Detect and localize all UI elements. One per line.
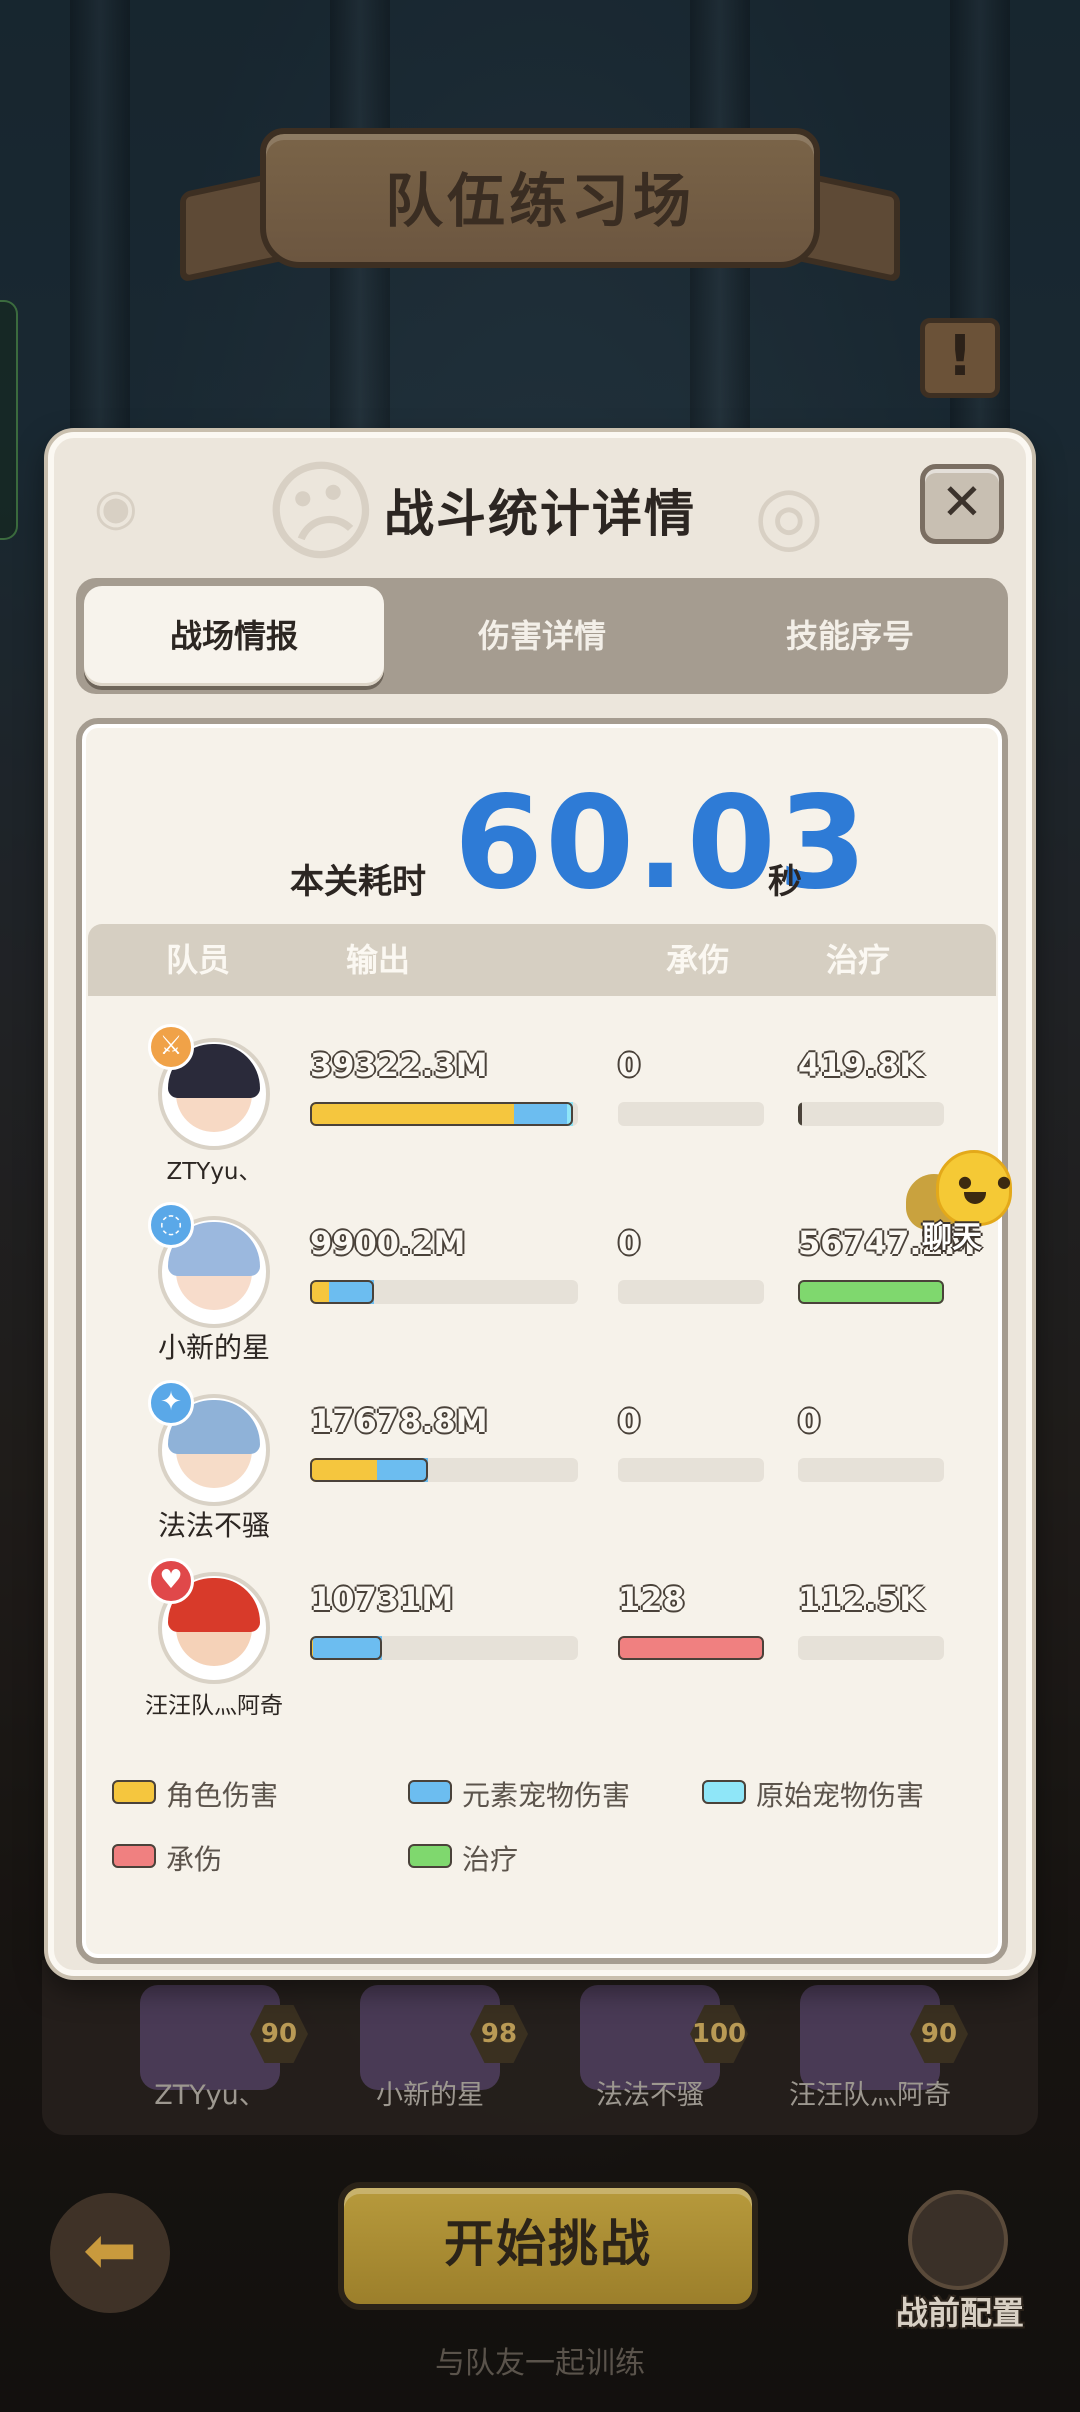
healing-bar bbox=[798, 1636, 944, 1660]
output-value: 17678.8M bbox=[310, 1402, 488, 1440]
output-bar bbox=[310, 1636, 578, 1660]
tab-bar: 战场情报 伤害详情 技能序号 bbox=[76, 578, 1008, 694]
pre-battle-config-label: 战前配置 bbox=[895, 2294, 1024, 2332]
tab-battlefield-intel[interactable]: 战场情报 bbox=[84, 586, 384, 686]
tab-damage-details[interactable]: 伤害详情 bbox=[392, 586, 692, 686]
stats-panel: 本关耗时 60.03 秒 队员 输出 承伤 治疗 ⚔ ZTYyu、 39322.3M… bbox=[76, 718, 1008, 1964]
player-stats-row: ♥ 汪汪队灬阿奇 10731M 128 112.5K bbox=[82, 1548, 1002, 1726]
legend-swatch bbox=[408, 1844, 452, 1868]
stage-time-value: 60.03 bbox=[454, 769, 869, 918]
bar-outline bbox=[310, 1636, 383, 1660]
swirl-icon: ◌ bbox=[148, 1202, 194, 1248]
player-stats-row: ✦ 法法不骚 17678.8M 0 0 bbox=[82, 1370, 1002, 1548]
chat-label: 聊天 bbox=[922, 1220, 982, 1255]
banner-title: 队伍练习场 bbox=[384, 167, 695, 235]
pre-battle-config-button[interactable]: 战前配置 bbox=[880, 2190, 1040, 2360]
legend-swatch bbox=[408, 1780, 452, 1804]
healing-bar bbox=[798, 1280, 944, 1304]
healing-value: 112.5K bbox=[798, 1580, 925, 1618]
stage-time-label: 本关耗时 bbox=[290, 862, 426, 902]
col-healing: 治疗 bbox=[825, 941, 890, 979]
bar-outline bbox=[310, 1280, 375, 1304]
arrow-left-icon: ⬅ bbox=[83, 2214, 137, 2288]
stage-time-unit: 秒 bbox=[768, 862, 802, 902]
team-slot[interactable]: 100 法法不骚 bbox=[550, 1985, 750, 2111]
title-banner: 队伍练习场 bbox=[180, 120, 900, 283]
player-stats-row: ◌ 小新的星 9900.2M 0 56747.2M bbox=[82, 1192, 1002, 1370]
legend-swatch bbox=[112, 1780, 156, 1804]
damage-taken-value: 0 bbox=[618, 1402, 641, 1440]
damage-taken-bar bbox=[618, 1458, 764, 1482]
modal-title: 战斗统计详情 bbox=[384, 485, 696, 543]
damage-taken-bar bbox=[618, 1636, 764, 1660]
close-icon: ✕ bbox=[941, 473, 983, 531]
wand-icon: ✦ bbox=[148, 1380, 194, 1426]
player-name: 法法不骚 bbox=[157, 1509, 270, 1542]
healing-bar bbox=[798, 1102, 944, 1126]
output-bar bbox=[310, 1102, 578, 1126]
output-bar bbox=[310, 1458, 578, 1482]
output-bar bbox=[310, 1280, 578, 1304]
bar-outline bbox=[310, 1458, 428, 1482]
output-value: 39322.3M bbox=[310, 1046, 488, 1084]
back-arrow-button[interactable]: ⬅ bbox=[50, 2193, 170, 2313]
start-challenge-button[interactable]: 开始挑战 bbox=[338, 2182, 758, 2310]
legend-label: 原始宠物伤害 bbox=[756, 1779, 925, 1812]
legend-swatch bbox=[112, 1844, 156, 1868]
player-stats-row: ⚔ ZTYyu、 39322.3M 0 419.8K bbox=[82, 1014, 1002, 1192]
mascot-eyes: ● ● bbox=[958, 1172, 1022, 1191]
side-drawer-handle[interactable] bbox=[0, 300, 18, 540]
chat-button[interactable]: ● ● 聊天 bbox=[906, 1150, 1026, 1255]
bar-outline bbox=[310, 1102, 573, 1126]
damage-taken-bar bbox=[618, 1280, 764, 1304]
train-with-team-hint: 与队友一起训练 bbox=[435, 2346, 645, 2381]
col-damage-taken: 承伤 bbox=[665, 941, 730, 979]
exclamation-icon[interactable]: ! bbox=[920, 318, 1000, 398]
player-name: ZTYyu、 bbox=[166, 1159, 262, 1185]
team-member-name: ZTYyu、 bbox=[154, 2080, 266, 2111]
team-slot[interactable]: 90 汪汪队灬阿奇 bbox=[770, 1985, 970, 2111]
legend-swatch bbox=[702, 1780, 746, 1804]
col-output: 输出 bbox=[345, 941, 410, 979]
damage-taken-value: 128 bbox=[618, 1580, 685, 1618]
bar-outline bbox=[798, 1102, 802, 1126]
legend-label: 治疗 bbox=[462, 1843, 519, 1876]
legend-label: 承伤 bbox=[166, 1843, 223, 1876]
team-member-name: 小新的星 bbox=[376, 2080, 484, 2111]
healing-bar bbox=[798, 1458, 944, 1482]
stats-table-header: 队员 输出 承伤 治疗 bbox=[88, 924, 996, 996]
legend-label: 元素宠物伤害 bbox=[462, 1779, 631, 1812]
output-value: 9900.2M bbox=[310, 1224, 466, 1262]
damage-taken-bar bbox=[618, 1102, 764, 1126]
team-member-name: 法法不骚 bbox=[596, 2080, 704, 2111]
config-avatar-icon bbox=[908, 2190, 1008, 2290]
stage-time-row: 本关耗时 60.03 秒 bbox=[82, 774, 1002, 924]
tab-skill-order[interactable]: 技能序号 bbox=[700, 586, 1000, 686]
team-slot[interactable]: 90 ZTYyu、 bbox=[110, 1985, 310, 2111]
team-slot[interactable]: 98 小新的星 bbox=[330, 1985, 530, 2111]
healing-value: 419.8K bbox=[798, 1046, 925, 1084]
col-member: 队员 bbox=[165, 941, 230, 979]
damage-taken-value: 0 bbox=[618, 1224, 641, 1262]
close-button[interactable]: ✕ bbox=[920, 464, 1004, 544]
output-value: 10731M bbox=[310, 1580, 454, 1618]
battle-stats-modal: ☹ ◉ ◎ 战斗统计详情 ✕ 战场情报 伤害详情 技能序号 本关耗时 60.03… bbox=[48, 432, 1032, 1976]
healing-value: 0 bbox=[798, 1402, 821, 1440]
bar-outline bbox=[798, 1280, 944, 1304]
legend-label: 角色伤害 bbox=[166, 1779, 279, 1812]
team-member-name: 汪汪队灬阿奇 bbox=[789, 2080, 951, 2111]
damage-taken-value: 0 bbox=[618, 1046, 641, 1084]
player-name: 汪汪队灬阿奇 bbox=[145, 1693, 283, 1719]
player-name: 小新的星 bbox=[157, 1331, 270, 1364]
bar-outline bbox=[618, 1636, 764, 1660]
shield-heart-icon: ♥ bbox=[148, 1558, 194, 1604]
sword-icon: ⚔ bbox=[148, 1024, 194, 1070]
